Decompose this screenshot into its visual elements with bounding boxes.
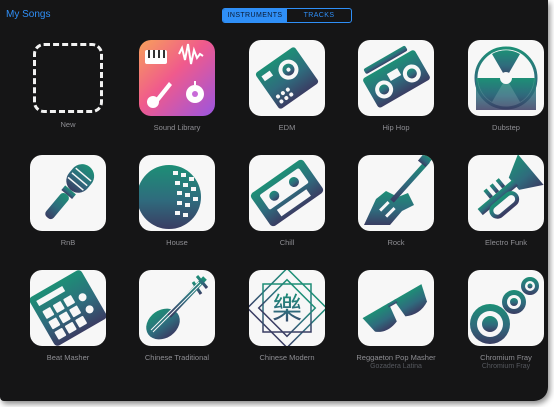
tile-label: House xyxy=(166,238,188,247)
tile-dubstep[interactable]: Dubstep xyxy=(466,40,546,132)
yue-glyph: 樂 xyxy=(272,292,302,327)
tile-house[interactable]: House xyxy=(137,155,217,247)
tile-chromium-fray[interactable]: Chromium Fray Chromium Fray xyxy=(466,270,546,370)
yue-character-icon: 樂 xyxy=(249,270,325,346)
tile-rnb[interactable]: RnB xyxy=(28,155,108,247)
tile-hip-hop[interactable]: Hip Hop xyxy=(356,40,436,132)
trumpet-icon xyxy=(468,155,544,231)
tile-label: Hip Hop xyxy=(382,123,410,132)
tile-label: Chromium Fray xyxy=(480,353,532,362)
tile-label: Sound Library xyxy=(153,123,201,132)
tile-label: Chinese Modern xyxy=(259,353,315,362)
tile-electro-funk[interactable]: Electro Funk xyxy=(466,155,546,247)
cassette-icon xyxy=(249,155,325,231)
beat-pad-icon xyxy=(30,270,106,346)
my-songs-back-link[interactable]: My Songs xyxy=(6,9,50,20)
tile-label: EDM xyxy=(278,123,296,132)
tile-label: Rock xyxy=(387,238,405,247)
sunglasses-icon xyxy=(358,270,434,346)
tile-label: Chill xyxy=(279,238,295,247)
tile-label: RnB xyxy=(60,238,76,247)
tab-instruments[interactable]: INSTRUMENTS xyxy=(223,9,287,22)
tile-label: Electro Funk xyxy=(484,238,528,247)
tile-label: Reggaeton Pop Masher xyxy=(356,353,436,362)
tile-chinese-modern[interactable]: 樂 Chinese Modern xyxy=(247,270,327,362)
dashed-plus-icon xyxy=(33,43,103,113)
disco-ball-icon xyxy=(139,155,215,231)
tile-label: New xyxy=(60,120,76,129)
tile-sublabel: Gozadera Latina xyxy=(370,363,422,370)
tile-label: Beat Masher xyxy=(46,353,90,362)
electric-guitar-icon xyxy=(358,155,434,231)
tile-label: Chinese Traditional xyxy=(144,353,210,362)
tile-new[interactable]: New xyxy=(28,40,108,129)
tile-label: Dubstep xyxy=(492,123,520,132)
speaker-rings-icon xyxy=(468,270,544,346)
microphone-icon xyxy=(30,155,106,231)
tile-edm[interactable]: EDM xyxy=(247,40,327,132)
tab-tracks[interactable]: TRACKS xyxy=(287,9,351,22)
screen: My Songs INSTRUMENTS TRACKS New Sound Li… xyxy=(0,0,548,401)
tile-sublabel: Chromium Fray xyxy=(481,363,531,370)
tile-reggaeton-pop-masher[interactable]: Reggaeton Pop Masher Gozadera Latina xyxy=(356,270,436,370)
segmented-control: INSTRUMENTS TRACKS xyxy=(222,8,352,23)
sound-library-icon xyxy=(139,40,215,116)
tile-chinese-traditional[interactable]: Chinese Traditional xyxy=(137,270,217,362)
radiation-icon xyxy=(468,40,544,116)
tile-beat-masher[interactable]: Beat Masher xyxy=(28,270,108,362)
drum-machine-icon xyxy=(249,40,325,116)
pipa-icon xyxy=(139,270,215,346)
boombox-icon xyxy=(358,40,434,116)
tile-rock[interactable]: Rock xyxy=(356,155,436,247)
tile-sound-library[interactable]: Sound Library xyxy=(137,40,217,132)
tile-chill[interactable]: Chill xyxy=(247,155,327,247)
top-bar: My Songs INSTRUMENTS TRACKS xyxy=(0,0,548,26)
